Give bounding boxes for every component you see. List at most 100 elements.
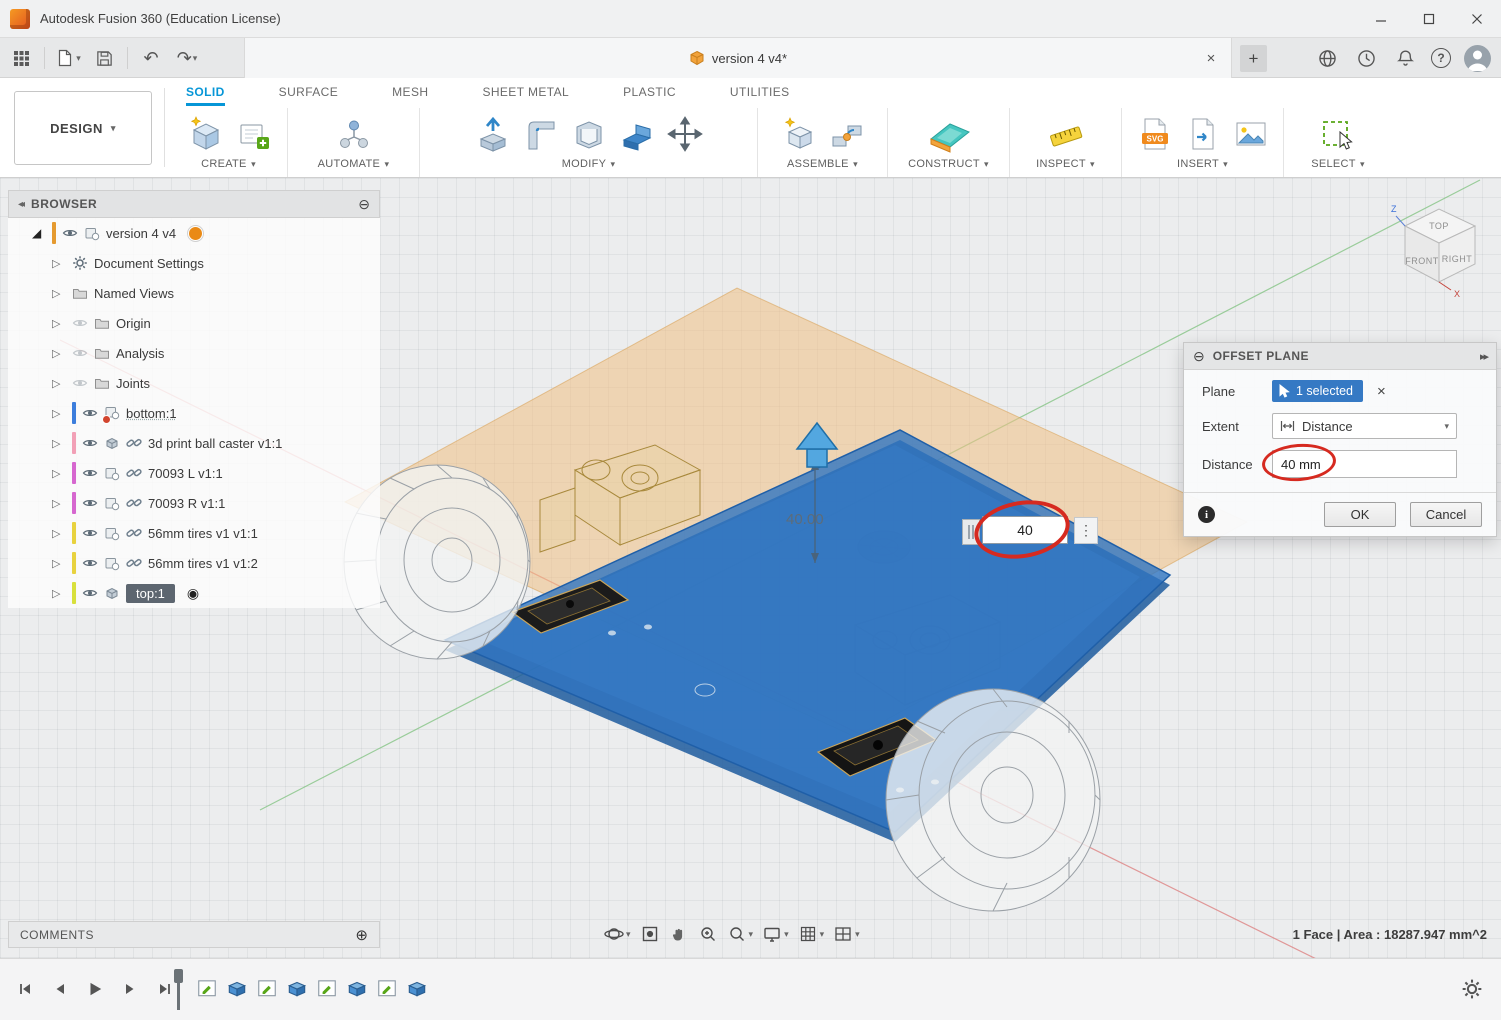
create-menu[interactable]: CREATE ▾ — [174, 158, 283, 170]
timeline-sketch-feature-icon[interactable] — [376, 977, 398, 999]
activate-component-icon[interactable]: ◉ — [187, 585, 199, 602]
dimension-options-button[interactable]: ⋮ — [1074, 517, 1098, 544]
info-icon[interactable]: i — [1198, 506, 1215, 523]
tree-item-label[interactable]: Joints — [116, 376, 150, 391]
timeline-extrude-feature-icon[interactable] — [226, 977, 248, 999]
minimize-button[interactable] — [1357, 0, 1405, 38]
hide-browser-icon[interactable]: ⊖ — [358, 196, 370, 213]
timeline-go-to-start-button[interactable] — [12, 976, 38, 1002]
selected-item-label[interactable]: top:1 — [126, 584, 175, 603]
extensions-globe-icon[interactable] — [1314, 45, 1340, 71]
timeline-extrude-feature-icon[interactable] — [286, 977, 308, 999]
extent-dropdown[interactable]: Distance ▾ — [1272, 413, 1457, 439]
timeline-position-marker[interactable] — [174, 969, 183, 983]
construct-plane-icon[interactable] — [926, 112, 972, 156]
fillet-icon[interactable] — [521, 114, 561, 154]
dialog-header[interactable]: ⊖ OFFSET PLANE ▸▸ — [1184, 343, 1496, 370]
collapse-panel-icon[interactable]: ◂◂ — [18, 199, 22, 210]
cancel-button[interactable]: Cancel — [1410, 502, 1482, 527]
tree-item-root[interactable]: ◢ version 4 v4 — [8, 218, 380, 248]
measure-icon[interactable] — [1046, 114, 1086, 154]
insert-svg-icon[interactable]: SVG — [1135, 114, 1175, 154]
tree-item-named-views[interactable]: ▷ Named Views — [8, 278, 380, 308]
zoom-window-button[interactable]: ▾ — [725, 922, 756, 946]
grid-snap-button[interactable]: ▾ — [796, 922, 827, 946]
timeline-sketch-feature-icon[interactable] — [196, 977, 218, 999]
select-icon[interactable] — [1318, 114, 1358, 154]
timeline-play-button[interactable] — [82, 976, 108, 1002]
visibility-eye-icon[interactable] — [82, 585, 98, 601]
expand-icon[interactable]: ▷ — [52, 257, 66, 270]
construct-menu[interactable]: CONSTRUCT ▾ — [892, 158, 1005, 170]
visibility-eye-icon[interactable] — [82, 405, 98, 421]
undo-button[interactable]: ↶ — [138, 45, 164, 71]
redo-button[interactable]: ↷▾ — [174, 45, 200, 71]
file-menu-button[interactable]: ▾ — [55, 45, 81, 71]
insert-derive-icon[interactable] — [1183, 114, 1223, 154]
tree-item-label[interactable]: Named Views — [94, 286, 174, 301]
orbit-button[interactable]: ▾ — [602, 922, 633, 946]
add-comment-icon[interactable]: ⊕ — [355, 926, 368, 944]
dimension-input-grip[interactable] — [962, 519, 980, 545]
tree-item-label[interactable]: 70093 L v1:1 — [148, 466, 223, 481]
visibility-eye-icon[interactable] — [82, 495, 98, 511]
comments-bar[interactable]: COMMENTS ⊕ — [8, 921, 380, 948]
timeline-extrude-feature-icon[interactable] — [406, 977, 428, 999]
tree-item-origin[interactable]: ▷ Origin — [8, 308, 380, 338]
look-at-button[interactable] — [638, 922, 662, 946]
visibility-eye-icon[interactable] — [82, 555, 98, 571]
maximize-button[interactable] — [1405, 0, 1453, 38]
select-menu[interactable]: SELECT ▾ — [1288, 158, 1388, 170]
expand-icon[interactable]: ▷ — [52, 497, 66, 510]
expand-icon[interactable]: ▷ — [52, 287, 66, 300]
joint-icon[interactable] — [827, 114, 867, 154]
tree-item-label[interactable]: 56mm tires v1 v1:2 — [148, 556, 258, 571]
tree-item-70093-l[interactable]: ▷ 70093 L v1:1 — [8, 458, 380, 488]
tree-item-label[interactable]: Origin — [116, 316, 151, 331]
inspect-menu[interactable]: INSPECT ▾ — [1014, 158, 1117, 170]
timeline-sketch-feature-icon[interactable] — [316, 977, 338, 999]
tree-item-bottom[interactable]: ▷ bottom:1 — [8, 398, 380, 428]
tab-solid[interactable]: SOLID — [186, 85, 225, 106]
visibility-eye-icon[interactable] — [82, 435, 98, 451]
save-button[interactable] — [91, 45, 117, 71]
app-grid-icon[interactable] — [8, 45, 34, 71]
ok-button[interactable]: OK — [1324, 502, 1396, 527]
tree-item-document-settings[interactable]: ▷ Document Settings — [8, 248, 380, 278]
dimension-value-input[interactable] — [982, 516, 1068, 544]
close-button[interactable] — [1453, 0, 1501, 38]
tab-surface[interactable]: SURFACE — [279, 85, 338, 106]
tab-utilities[interactable]: UTILITIES — [730, 85, 790, 106]
expand-icon[interactable]: ▷ — [52, 587, 66, 600]
tree-item-label[interactable]: bottom:1 — [126, 406, 177, 421]
distance-input[interactable] — [1272, 450, 1457, 478]
document-tab[interactable]: version 4 v4* × — [244, 38, 1232, 78]
clear-selection-icon[interactable]: × — [1377, 383, 1386, 400]
shell-icon[interactable] — [569, 114, 609, 154]
combine-icon[interactable] — [617, 114, 657, 154]
assemble-menu[interactable]: ASSEMBLE ▾ — [762, 158, 883, 170]
tree-item-label[interactable]: 70093 R v1:1 — [148, 496, 225, 511]
help-icon[interactable]: ? — [1431, 48, 1451, 68]
modify-menu[interactable]: MODIFY ▾ — [424, 158, 753, 170]
visibility-eye-off-icon[interactable] — [72, 345, 88, 361]
tab-mesh[interactable]: MESH — [392, 85, 428, 106]
tree-item-analysis[interactable]: ▷ Analysis — [8, 338, 380, 368]
visibility-eye-off-icon[interactable] — [72, 315, 88, 331]
dialog-collapse-icon[interactable]: ⊖ — [1193, 348, 1205, 365]
zoom-fit-button[interactable] — [696, 922, 720, 946]
tree-item-label[interactable]: version 4 v4 — [106, 226, 176, 241]
workspace-selector[interactable]: DESIGN▾ — [14, 91, 152, 165]
insert-menu[interactable]: INSERT ▾ — [1126, 158, 1279, 170]
automate-menu[interactable]: AUTOMATE ▾ — [292, 158, 415, 170]
timeline-step-forward-button[interactable] — [117, 976, 143, 1002]
insert-canvas-icon[interactable] — [1231, 114, 1271, 154]
plane-selection-button[interactable]: 1 selected — [1272, 380, 1363, 402]
press-pull-icon[interactable] — [473, 114, 513, 154]
new-solid-icon[interactable] — [185, 114, 225, 154]
job-status-clock-icon[interactable] — [1353, 45, 1379, 71]
dialog-dock-icon[interactable]: ▸▸ — [1480, 350, 1487, 363]
tree-item-56mm-tires-2[interactable]: ▷ 56mm tires v1 v1:2 — [8, 548, 380, 578]
automate-icon[interactable] — [334, 114, 374, 154]
expand-icon[interactable]: ▷ — [52, 407, 66, 420]
